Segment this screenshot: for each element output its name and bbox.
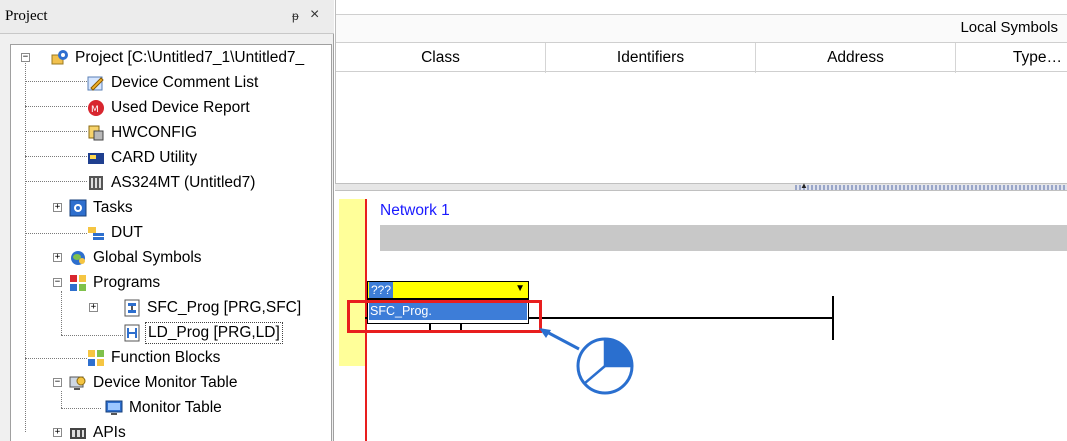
right-power-rail <box>832 296 834 340</box>
tree-expand-toggle[interactable]: + <box>53 203 62 212</box>
project-panel-title: Project <box>5 8 48 24</box>
chevron-down-icon[interactable]: ▼ <box>515 283 525 294</box>
tree-connector <box>25 81 87 82</box>
dut-icon <box>87 224 105 242</box>
tree-item-card-utility[interactable]: CARD Utility <box>87 147 199 169</box>
tree-connector <box>25 156 87 157</box>
column-header-identifiers[interactable]: Identifiers <box>546 43 756 73</box>
network-title: Network 1 <box>380 202 450 219</box>
pin-icon[interactable]: ᵽ <box>292 9 299 23</box>
highlight-annotation-box <box>347 300 542 333</box>
function-blocks-icon <box>87 349 105 367</box>
pane-splitter[interactable]: ▲ <box>335 181 1067 191</box>
symbols-table-header: Class Identifiers Address Type… <box>336 42 1067 73</box>
tree-item-dut[interactable]: DUT <box>87 222 145 244</box>
tree-item-used-device-report[interactable]: M Used Device Report <box>87 97 252 119</box>
collapse-up-icon[interactable]: ▲ <box>800 181 808 190</box>
tree-connector <box>25 233 87 234</box>
splitter-handle[interactable] <box>795 185 1067 190</box>
project-panel: Project ᵽ × − + + − + − + Project [C:\Un… <box>0 0 334 441</box>
monitor-table-icon <box>69 374 87 392</box>
double-click-cursor-icon <box>576 337 634 395</box>
tree-item-hwconfig[interactable]: HWCONFIG <box>87 122 199 144</box>
tree-connector <box>61 391 62 408</box>
tree-item-device-comment-list[interactable]: Device Comment List <box>87 72 260 94</box>
report-badge-icon: M <box>87 99 105 117</box>
project-tree: − + + − + − + Project [C:\Untitled7_1\Un… <box>10 44 332 441</box>
tree-connector <box>25 106 87 107</box>
tree-connector <box>25 131 87 132</box>
column-header-address[interactable]: Address <box>756 43 956 73</box>
column-header-class[interactable]: Class <box>336 43 546 73</box>
tree-expand-toggle[interactable]: + <box>89 303 98 312</box>
local-symbols-title: Local Symbols <box>960 19 1058 36</box>
tree-collapse-toggle[interactable]: − <box>53 278 62 287</box>
tree-connector <box>25 181 87 182</box>
tree-item-ld-prog[interactable]: LD_Prog [PRG,LD] <box>123 322 283 344</box>
project-gear-icon <box>51 49 69 67</box>
pencil-icon <box>87 74 105 92</box>
plc-icon <box>87 174 105 192</box>
close-icon[interactable]: × <box>310 6 319 24</box>
tree-connector <box>61 291 62 335</box>
tree-connector <box>61 408 101 409</box>
card-icon <box>87 149 105 167</box>
tree-connector <box>25 57 26 432</box>
tree-connector <box>61 335 123 336</box>
ladder-editor[interactable]: Network 1 ??? ▼ SFC_Prog. <box>335 191 1067 441</box>
programs-icon <box>69 274 87 292</box>
monitor-icon <box>105 399 123 417</box>
tree-item-project[interactable]: Project [C:\Untitled7_1\Untitled7_ <box>51 47 306 69</box>
tree-item-function-blocks[interactable]: Function Blocks <box>87 347 222 369</box>
local-symbols-panel: Local Symbols Class Identifiers Address … <box>335 0 1067 185</box>
column-header-type[interactable]: Type… <box>956 43 1067 73</box>
network-marker-bar <box>339 199 365 366</box>
ld-icon <box>123 324 141 342</box>
tree-expand-toggle[interactable]: + <box>53 253 62 262</box>
project-panel-header: Project ᵽ × <box>0 0 334 34</box>
tree-item-plc[interactable]: AS324MT (Untitled7) <box>87 172 257 194</box>
local-symbols-tab: Local Symbols <box>336 14 1067 42</box>
tree-item-sfc-prog[interactable]: SFC_Prog [PRG,SFC] <box>123 297 303 319</box>
tree-item-monitor-table[interactable]: Monitor Table <box>105 397 224 419</box>
tree-item-apis[interactable]: APIs <box>69 422 128 441</box>
combobox-value[interactable]: ??? <box>369 282 394 298</box>
sfc-icon <box>123 299 141 317</box>
tree-expand-toggle[interactable]: + <box>53 428 62 437</box>
tasks-icon <box>69 199 87 217</box>
svg-text:M: M <box>91 105 99 115</box>
symbol-combobox[interactable]: ??? ▼ <box>367 281 529 299</box>
global-symbols-icon <box>69 249 87 267</box>
tree-item-tasks[interactable]: Tasks <box>69 197 135 219</box>
tree-collapse-toggle[interactable]: − <box>21 53 30 62</box>
tree-collapse-toggle[interactable]: − <box>53 378 62 387</box>
tree-item-global-symbols[interactable]: Global Symbols <box>69 247 204 269</box>
apis-icon <box>69 424 87 441</box>
network-comment-field[interactable] <box>380 225 1067 251</box>
hwconfig-icon <box>87 124 105 142</box>
tree-item-device-monitor-table[interactable]: Device Monitor Table <box>69 372 239 394</box>
tree-connector <box>25 358 87 359</box>
tree-item-programs[interactable]: Programs <box>69 272 162 294</box>
